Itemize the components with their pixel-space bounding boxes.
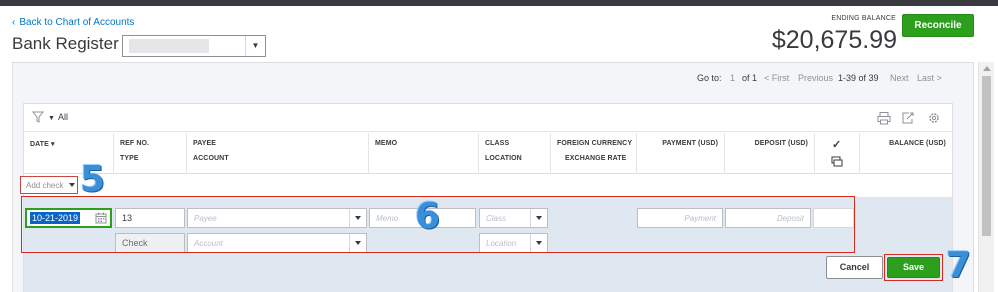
column-memo-label: MEMO [375, 140, 398, 147]
step-number-5: 5 [80, 159, 106, 200]
column-balance: BALANCE (USD) [860, 133, 952, 174]
column-class-location: CLASS LOCATION [479, 133, 551, 174]
ending-balance-value: $20,675.99 [771, 26, 897, 54]
step-number-6: 6 [415, 196, 441, 237]
add-check-row: Add check [20, 174, 952, 198]
column-balance-label: BALANCE (USD) [889, 140, 946, 147]
column-location-label: LOCATION [485, 155, 522, 162]
add-check-dropdown[interactable]: Add check [20, 176, 78, 194]
chevron-down-icon[interactable]: ▼ [245, 36, 265, 56]
step-number-7: 7 [946, 245, 972, 286]
export-icon[interactable] [901, 111, 915, 125]
ending-balance-label: ENDING BALANCE [831, 15, 896, 22]
column-class-label: CLASS [485, 140, 510, 147]
column-date-label: DATE [30, 141, 49, 148]
filter-row: ▼ All [24, 104, 952, 132]
column-payee-account: PAYEE ACCOUNT [187, 133, 369, 174]
filter-icon[interactable] [32, 111, 44, 123]
table-header: DATE ▾ REF NO. TYPE PAYEE ACCOUNT MEMO C… [24, 133, 952, 174]
filter-dropdown[interactable]: ▼ All [48, 112, 68, 122]
add-check-label: Add check [26, 181, 64, 190]
first-page-link[interactable]: < First [764, 73, 789, 83]
last-page-link[interactable]: Last > [917, 73, 942, 83]
next-page-link[interactable]: Next [890, 73, 909, 83]
caret-down-icon: ▼ [48, 115, 55, 122]
column-deposit: DEPOSIT (USD) [725, 133, 815, 174]
page-number-input[interactable]: 1 [730, 73, 735, 83]
column-payment: PAYMENT (USD) [637, 133, 725, 174]
checkmark-icon: ✓ [832, 139, 842, 151]
column-type-label: TYPE [120, 155, 139, 162]
back-to-chart-of-accounts-link[interactable]: ‹ Back to Chart of Accounts [12, 17, 134, 28]
column-account-label: ACCOUNT [193, 155, 229, 162]
account-select[interactable]: ▼ [122, 35, 266, 57]
sort-caret-icon: ▾ [50, 141, 55, 148]
filter-value: All [57, 112, 68, 122]
column-payment-label: PAYMENT (USD) [662, 140, 718, 147]
scrollbar-thumb[interactable] [982, 76, 991, 236]
gear-icon[interactable] [927, 111, 941, 125]
caret-down-icon [69, 183, 75, 187]
chevron-left-icon: ‹ [12, 17, 16, 28]
column-deposit-label: DEPOSIT (USD) [754, 140, 808, 147]
cancel-button[interactable]: Cancel [826, 256, 883, 279]
account-select-value [129, 39, 209, 53]
column-foreign-currency-label: FOREIGN CURRENCY [557, 140, 633, 147]
column-cleared: ✓ [815, 133, 860, 174]
previous-page-link[interactable]: Previous [798, 73, 833, 83]
page-title: Bank Register [12, 34, 119, 53]
save-button[interactable]: Save [887, 257, 940, 278]
scrollbar[interactable] [978, 62, 994, 292]
goto-label: Go to: [697, 73, 722, 83]
top-bar [0, 0, 998, 6]
print-icon[interactable] [877, 111, 891, 125]
attachment-icon [831, 156, 843, 167]
back-link-label: Back to Chart of Accounts [19, 17, 135, 28]
column-ref-no-label: REF NO. [120, 140, 150, 147]
column-exchange-rate-label: EXCHANGE RATE [565, 155, 627, 162]
reconcile-button[interactable]: Reconcile [902, 14, 974, 37]
column-ref-type: REF NO. TYPE [114, 133, 187, 174]
scroll-up-arrow-icon[interactable] [983, 66, 991, 71]
column-memo: MEMO [369, 133, 479, 174]
page-of-label: of 1 [742, 73, 758, 83]
column-currency: FOREIGN CURRENCY EXCHANGE RATE [551, 133, 637, 174]
page-range-text: 1-39 of 39 [838, 73, 879, 83]
column-payee-label: PAYEE [193, 140, 217, 147]
